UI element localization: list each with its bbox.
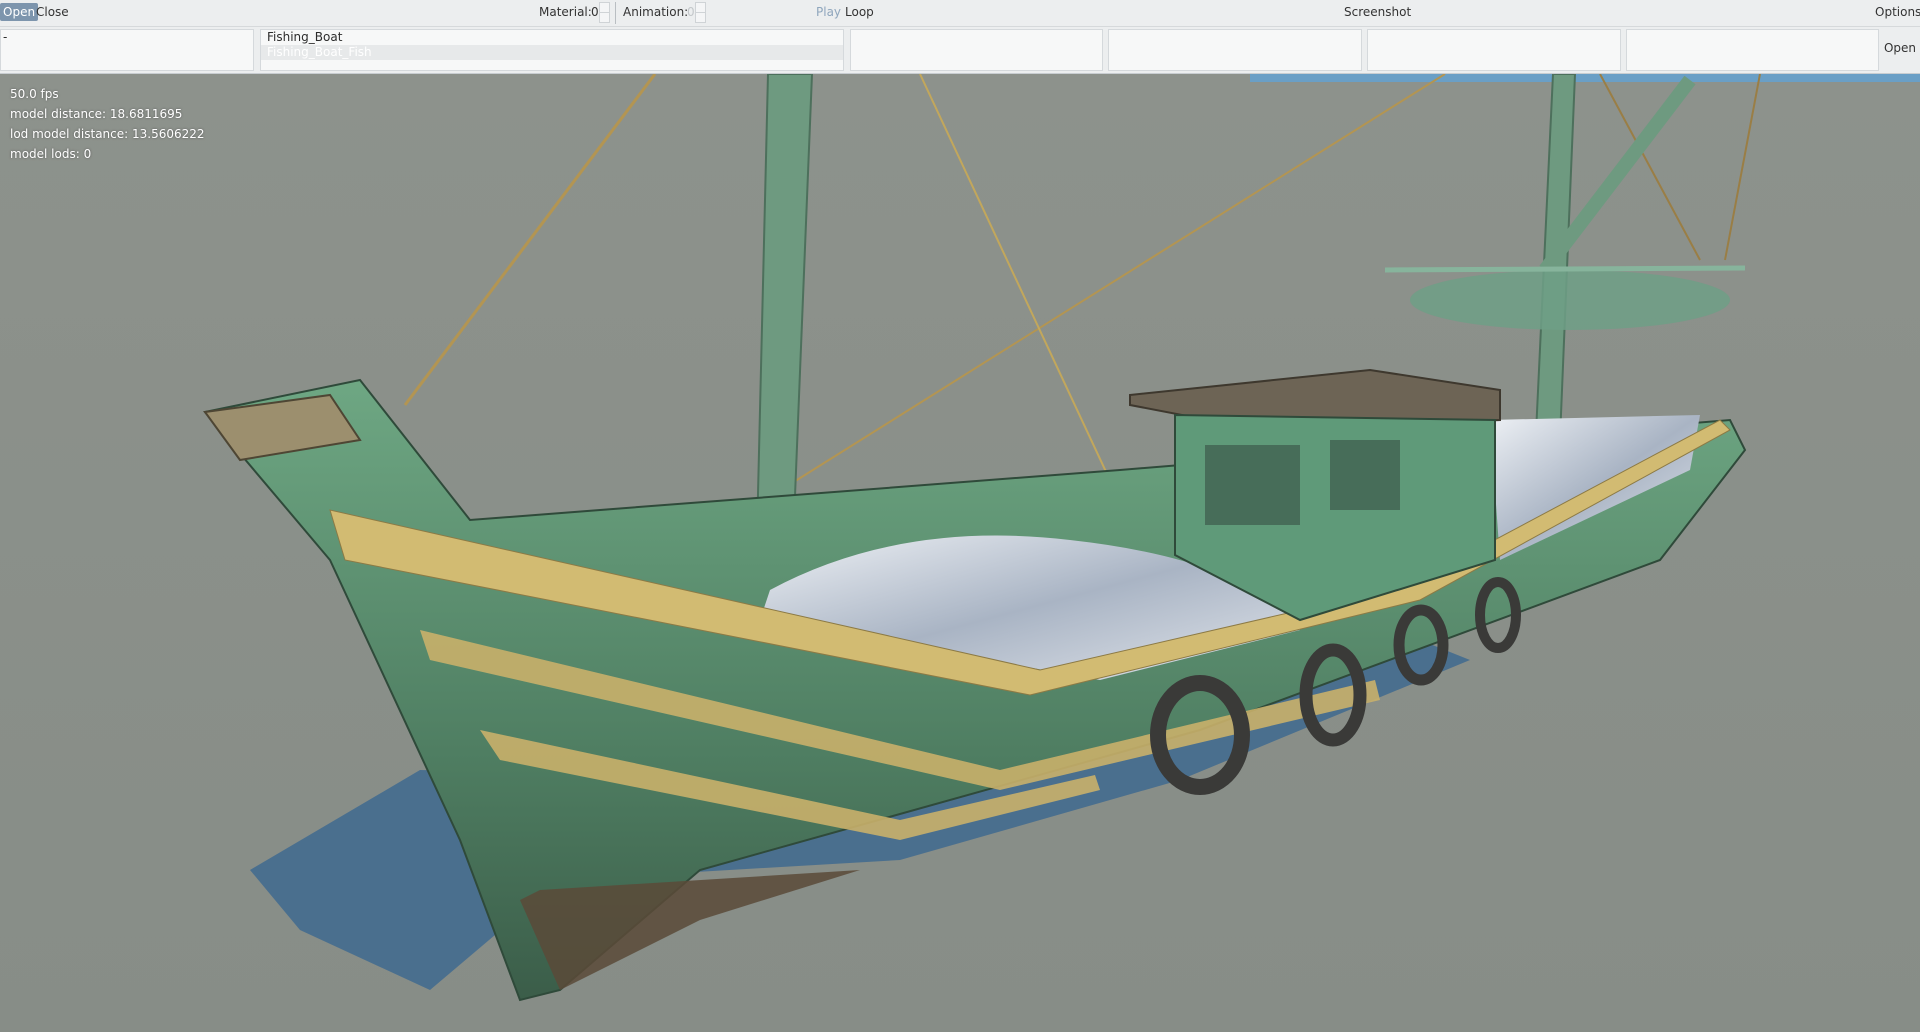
close-button[interactable]: Close xyxy=(33,3,72,21)
animation-value[interactable]: 0 xyxy=(687,3,695,21)
material-spinner[interactable] xyxy=(599,2,610,23)
loop-button[interactable]: Loop xyxy=(842,3,877,21)
asset-list-5[interactable] xyxy=(1367,29,1621,71)
stats-overlay: 50.0 fps model distance: 18.6811695 lod … xyxy=(10,84,205,164)
toolbar-separator xyxy=(615,2,616,24)
lists-open-button[interactable]: Open xyxy=(1884,41,1916,55)
lod-model-distance-readout: lod model distance: 13.5606222 xyxy=(10,127,205,141)
material-label: Material: xyxy=(539,5,592,19)
list-item[interactable]: Fishing_Boat_Fish xyxy=(261,45,843,60)
asset-list-4[interactable] xyxy=(1108,29,1362,71)
3d-viewport[interactable] xyxy=(0,74,1920,1032)
top-toolbar: Open Close Material: 0 Animation: 0 Play… xyxy=(0,0,1920,27)
model-lods-readout: model lods: 0 xyxy=(10,147,92,161)
fishing-boat-render xyxy=(0,74,1920,1032)
asset-list-1[interactable]: - xyxy=(0,29,254,71)
asset-list-6[interactable] xyxy=(1626,29,1879,71)
animation-spinner[interactable] xyxy=(695,2,706,23)
list-item[interactable]: Fishing_Boat xyxy=(261,30,843,45)
asset-lists-bar: - Fishing_Boat Fishing_Boat_Fish Open xyxy=(0,27,1920,74)
screenshot-button[interactable]: Screenshot xyxy=(1341,3,1414,21)
water-strip xyxy=(1250,74,1920,82)
material-value[interactable]: 0 xyxy=(591,3,599,21)
options-button[interactable]: Options xyxy=(1872,3,1920,21)
asset-list-3[interactable] xyxy=(850,29,1103,71)
play-button[interactable]: Play xyxy=(813,3,844,21)
model-distance-readout: model distance: 18.6811695 xyxy=(10,107,183,121)
fps-readout: 50.0 fps xyxy=(10,87,59,101)
list-item[interactable]: - xyxy=(1,30,253,45)
asset-list-2[interactable]: Fishing_Boat Fishing_Boat_Fish xyxy=(260,29,844,71)
spinner-down-icon[interactable] xyxy=(599,12,610,23)
spinner-down-icon[interactable] xyxy=(695,12,706,23)
net xyxy=(1410,270,1730,330)
animation-label: Animation: xyxy=(623,5,689,19)
